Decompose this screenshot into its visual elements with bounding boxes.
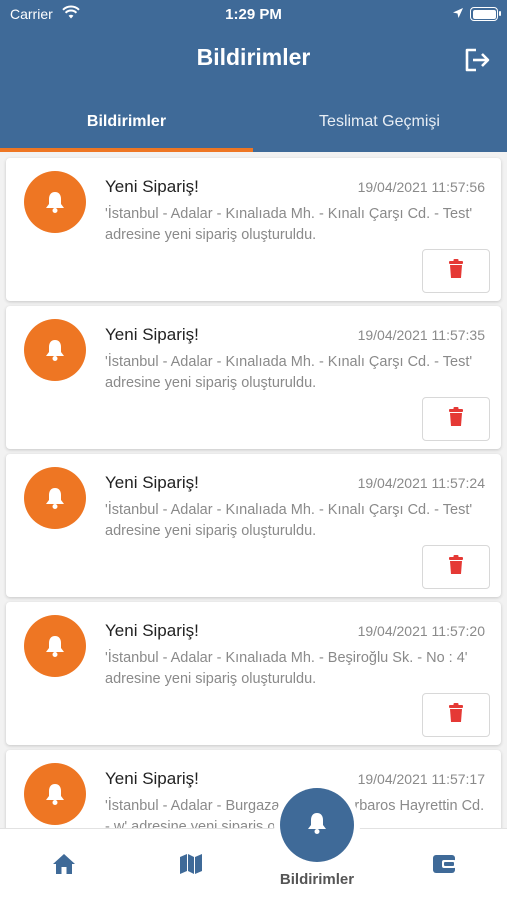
battery-icon bbox=[470, 7, 501, 21]
notification-date: 19/04/2021 11:57:35 bbox=[357, 327, 485, 343]
nav-notifications-label: Bildirimler bbox=[279, 871, 355, 888]
notification-date: 19/04/2021 11:57:56 bbox=[357, 179, 485, 195]
nav-home[interactable] bbox=[49, 851, 79, 881]
nav-map[interactable] bbox=[176, 851, 206, 881]
logout-icon[interactable] bbox=[462, 46, 492, 74]
trash-icon bbox=[448, 406, 464, 432]
notification-date: 19/04/2021 11:57:24 bbox=[357, 475, 485, 491]
bell-icon bbox=[24, 319, 86, 381]
delete-button[interactable] bbox=[422, 693, 490, 737]
trash-icon bbox=[448, 702, 464, 728]
status-bar: Carrier 1:29 PM bbox=[0, 0, 507, 28]
map-icon bbox=[179, 853, 203, 880]
bell-icon bbox=[24, 171, 86, 233]
bell-icon bbox=[24, 615, 86, 677]
notification-card[interactable]: Yeni Sipariş! 19/04/2021 11:57:17 'İstan… bbox=[6, 750, 501, 828]
notification-card[interactable]: Yeni Sipariş! 19/04/2021 11:57:56 'İstan… bbox=[6, 158, 501, 301]
notification-title: Yeni Sipariş! bbox=[105, 473, 199, 492]
notification-card[interactable]: Yeni Sipariş! 19/04/2021 11:57:24 'İstan… bbox=[6, 454, 501, 597]
notification-card[interactable]: Yeni Sipariş! 19/04/2021 11:57:20 'İstan… bbox=[6, 602, 501, 745]
notification-title: Yeni Sipariş! bbox=[105, 325, 199, 344]
notification-message: 'İstanbul - Adalar - Kınalıada Mh. - Kın… bbox=[105, 354, 473, 391]
notification-card[interactable]: Yeni Sipariş! 19/04/2021 11:57:35 'İstan… bbox=[6, 306, 501, 449]
notification-message: 'İstanbul - Adalar - Kınalıada Mh. - Kın… bbox=[105, 502, 473, 539]
tab-delivery-history[interactable]: Teslimat Geçmişi bbox=[253, 100, 506, 152]
bell-icon bbox=[24, 763, 86, 825]
notification-list[interactable]: Yeni Sipariş! 19/04/2021 11:57:56 'İstan… bbox=[0, 152, 507, 828]
page-title: Bildirimler bbox=[196, 44, 311, 70]
delete-button[interactable] bbox=[422, 249, 490, 293]
notification-message: 'İstanbul - Adalar - Kınalıada Mh. - Beş… bbox=[105, 650, 468, 687]
notification-title: Yeni Sipariş! bbox=[105, 769, 199, 788]
status-time: 1:29 PM bbox=[225, 6, 282, 23]
notification-title: Yeni Sipariş! bbox=[105, 621, 199, 640]
notification-date: 19/04/2021 11:57:17 bbox=[357, 771, 485, 787]
notification-title: Yeni Sipariş! bbox=[105, 177, 199, 196]
home-icon bbox=[52, 853, 76, 880]
bell-icon bbox=[24, 467, 86, 529]
tab-notifications[interactable]: Bildirimler bbox=[0, 100, 253, 152]
nav-wallet[interactable] bbox=[429, 851, 459, 881]
location-arrow-icon bbox=[452, 6, 464, 22]
notification-date: 19/04/2021 11:57:20 bbox=[357, 623, 485, 639]
notification-message: 'İstanbul - Adalar - Kınalıada Mh. - Kın… bbox=[105, 206, 473, 243]
nav-notifications[interactable] bbox=[280, 788, 354, 862]
trash-icon bbox=[448, 258, 464, 284]
trash-icon bbox=[448, 554, 464, 580]
bell-icon bbox=[306, 811, 328, 840]
app-header: Carrier 1:29 PM Bildirimler Bildirimler … bbox=[0, 0, 507, 152]
wallet-icon bbox=[432, 853, 456, 880]
delete-button[interactable] bbox=[422, 545, 490, 589]
delete-button[interactable] bbox=[422, 397, 490, 441]
bottom-navigation bbox=[0, 828, 507, 900]
